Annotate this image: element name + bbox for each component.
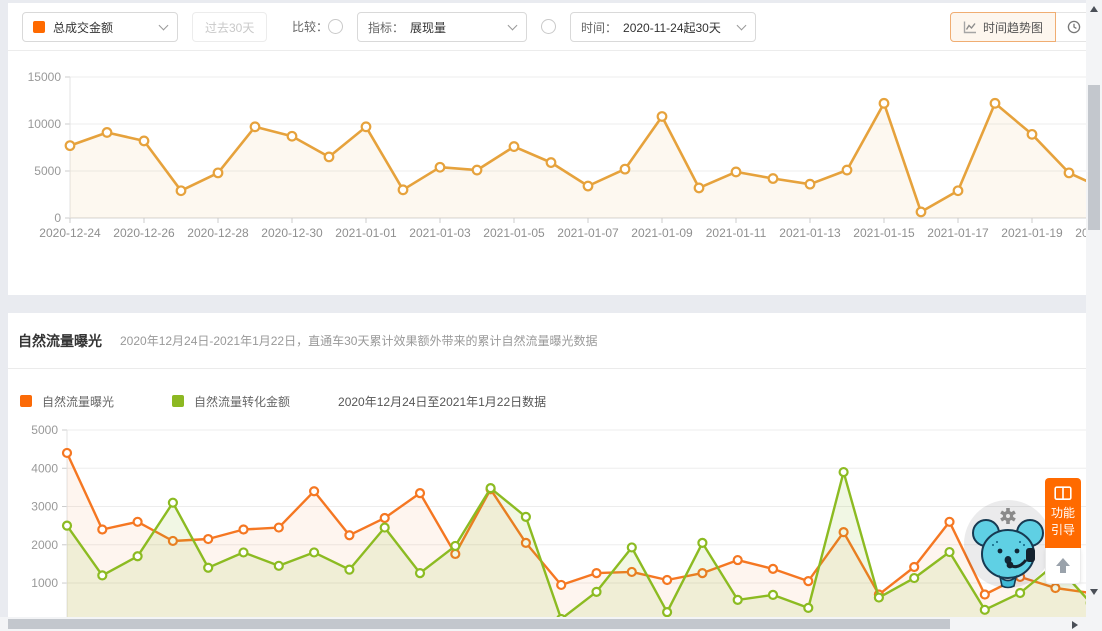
svg-text:2021-01-05: 2021-01-05 — [483, 226, 545, 240]
time-trend-chart-label: 时间趋势图 — [982, 20, 1043, 35]
compare-label: 比较： — [292, 20, 329, 34]
indicator-select-value: 展现量 — [410, 20, 447, 35]
svg-text:2021-01-09: 2021-01-09 — [631, 226, 693, 240]
svg-text:2021-01-15: 2021-01-15 — [853, 226, 915, 240]
legend-label: 自然流量曝光 — [42, 394, 115, 409]
compare-radio[interactable] — [328, 19, 343, 34]
organic-chart: 1000 2000 3000 4000 5000 — [31, 423, 1086, 617]
svg-text:0: 0 — [54, 211, 61, 225]
vertical-scrollbar[interactable] — [1086, 0, 1102, 615]
svg-text:10000: 10000 — [28, 117, 62, 131]
scroll-right-arrow-icon[interactable] — [1072, 621, 1078, 629]
svg-text:2020-12-26: 2020-12-26 — [113, 226, 175, 240]
svg-text:2020-12-28: 2020-12-28 — [187, 226, 249, 240]
chevron-down-icon — [736, 20, 747, 31]
legend-swatch-orange — [20, 395, 32, 407]
floating-guide: 功能 引导 — [1045, 478, 1081, 584]
mascot-mouse[interactable] — [962, 498, 1054, 590]
line-chart-icon — [963, 21, 976, 34]
svg-text:4000: 4000 — [31, 461, 58, 475]
svg-text:1000: 1000 — [31, 576, 58, 590]
history-clock-button[interactable] — [1056, 12, 1086, 42]
chart-legend: 自然流量曝光 自然流量转化金额 2020年12月24日至2021年1月22日数据 — [8, 391, 1086, 411]
svg-text:2021-01-11: 2021-01-11 — [706, 226, 767, 240]
svg-text:15000: 15000 — [28, 70, 62, 84]
svg-text:2020-12-24: 2020-12-24 — [39, 226, 101, 240]
metric-swatch — [33, 21, 45, 33]
clock-icon — [1067, 20, 1081, 34]
indicator-select[interactable]: 指标： 展现量 — [357, 12, 527, 42]
svg-text:2021-01-03: 2021-01-03 — [409, 226, 471, 240]
date-range-note: 2020年12月24日至2021年1月22日数据 — [338, 394, 547, 409]
legend-swatch-green — [172, 395, 185, 407]
feature-guide-button[interactable]: 功能 引导 — [1045, 478, 1081, 548]
scrollbar-corner — [1086, 615, 1102, 631]
svg-text:3000: 3000 — [31, 500, 58, 514]
time-select-value: 2020-11-24起30天 — [623, 20, 721, 35]
time-select-label: 时间： — [581, 20, 618, 35]
arrow-up-icon — [1056, 557, 1070, 574]
back-to-top-button[interactable] — [1045, 548, 1081, 584]
svg-text:2000: 2000 — [31, 538, 58, 552]
legend-item-exposure[interactable]: 自然流量曝光 — [20, 393, 114, 410]
section-subtitle: 2020年12月24日-2021年1月22日，直通车30天累计效果额外带来的累计… — [120, 334, 598, 348]
page: 总成交金额 过去30天 比较： 指标： 展现量 时间： 2020-11-24起3… — [0, 0, 1102, 631]
indicator-select-label: 指标： — [368, 20, 405, 35]
chevron-down-icon — [158, 20, 169, 31]
open-book-icon — [1054, 486, 1072, 501]
section-header: 自然流量曝光 2020年12月24日-2021年1月22日，直通车30天累计效果… — [8, 313, 1086, 369]
svg-text:5000: 5000 — [34, 164, 61, 178]
svg-text:2021-01-21: 2021-01-21 — [1075, 226, 1086, 240]
legend-label: 自然流量转化金额 — [194, 394, 291, 409]
metric-select[interactable]: 总成交金额 — [22, 12, 178, 42]
horizontal-scrollbar-thumb[interactable] — [8, 619, 950, 629]
vertical-scrollbar-thumb[interactable] — [1088, 85, 1100, 230]
compare-radio-2[interactable] — [541, 19, 556, 34]
svg-text:2021-01-07: 2021-01-07 — [557, 226, 619, 240]
svg-text:2020-12-30: 2020-12-30 — [261, 226, 323, 240]
metric-select-value: 总成交金额 — [53, 20, 114, 35]
legend-item-conversion[interactable]: 自然流量转化金额 — [172, 393, 290, 410]
scroll-down-arrow-icon[interactable] — [1090, 589, 1098, 595]
svg-text:2021-01-13: 2021-01-13 — [779, 226, 841, 240]
time-select[interactable]: 时间： 2020-11-24起30天 — [570, 12, 756, 42]
svg-text:2021-01-19: 2021-01-19 — [1001, 226, 1063, 240]
feature-guide-label-2: 引导 — [1050, 523, 1075, 537]
section-title: 自然流量曝光 — [18, 332, 102, 349]
trend-chart: 0 5000 10000 15000 2020-12-24 2020-12-26 2020-… — [28, 70, 1086, 240]
svg-text:2021-01-01: 2021-01-01 — [335, 226, 397, 240]
time-trend-chart-button[interactable]: 时间趋势图 — [949, 12, 1056, 42]
scroll-up-arrow-icon[interactable] — [1090, 6, 1098, 12]
svg-text:5000: 5000 — [31, 423, 58, 437]
chevron-down-icon — [507, 20, 518, 31]
trend-panel: 总成交金额 过去30天 比较： 指标： 展现量 时间： 2020-11-24起3… — [8, 3, 1086, 295]
organic-panel: 自然流量曝光 2020年12月24日-2021年1月22日，直通车30天累计效果… — [8, 313, 1086, 617]
horizontal-scrollbar[interactable] — [0, 617, 1086, 631]
past-30-days-button: 过去30天 — [192, 12, 268, 42]
svg-text:2021-01-17: 2021-01-17 — [927, 226, 989, 240]
feature-guide-label-1: 功能 — [1050, 506, 1075, 520]
toolbar: 总成交金额 过去30天 比较： 指标： 展现量 时间： 2020-11-24起3… — [8, 3, 1086, 51]
